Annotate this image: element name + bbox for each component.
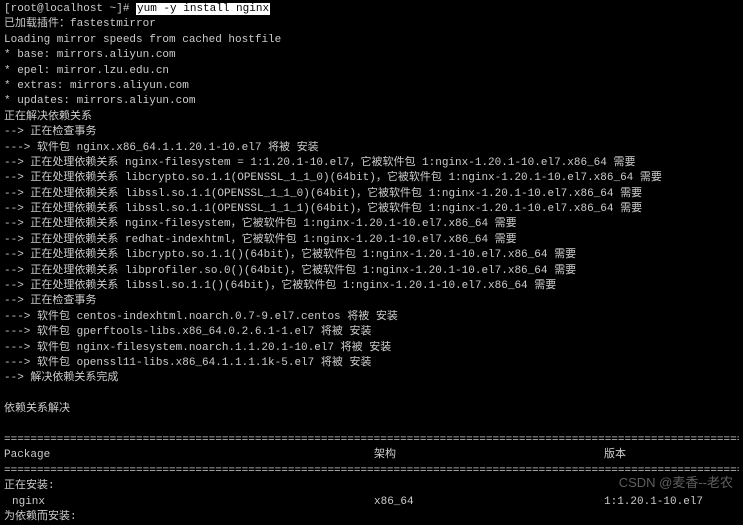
terminal-line: * updates: mirrors.aliyun.com (4, 94, 739, 109)
terminal-line: --> 正在处理依赖关系 libssl.so.1.1(OPENSSL_1_1_1… (4, 202, 739, 217)
shell-prompt: [root@localhost ~]# (4, 3, 136, 15)
terminal-line: 正在解决依赖关系 (4, 110, 739, 125)
terminal-prompt-line: [root@localhost ~]# yum -y install nginx (4, 2, 739, 17)
blank-line (4, 418, 739, 433)
terminal-line: Loading mirror speeds from cached hostfi… (4, 33, 739, 48)
col-header-arch: 架构 (374, 448, 604, 463)
terminal-line: --> 正在处理依赖关系 nginx-filesystem = 1:1.20.1… (4, 156, 739, 171)
terminal-line: 已加载插件：fastestmirror (4, 17, 739, 32)
terminal-line: --> 正在检查事务 (4, 125, 739, 140)
package-row: nginx x86_64 1:1.20.1-10.el7 (4, 495, 739, 510)
terminal-line: --> 正在处理依赖关系 libssl.so.1.1()(64bit)，它被软件… (4, 279, 739, 294)
terminal-line: ---> 软件包 nginx-filesystem.noarch.1.1.20.… (4, 341, 739, 356)
pkg-arch: x86_64 (374, 495, 604, 510)
terminal-line: --> 正在处理依赖关系 libcrypto.so.1.1()(64bit)，它… (4, 248, 739, 263)
terminal-line: * epel: mirror.lzu.edu.cn (4, 64, 739, 79)
terminal-line: --> 正在检查事务 (4, 294, 739, 309)
table-divider-top: ========================================… (4, 433, 739, 448)
command-input[interactable]: yum -y install nginx (136, 3, 270, 15)
terminal-line: --> 正在处理依赖关系 nginx-filesystem，它被软件包 1:ng… (4, 217, 739, 232)
terminal-line: ---> 软件包 gperftools-libs.x86_64.0.2.6.1-… (4, 325, 739, 340)
col-header-package: Package (4, 448, 374, 463)
pkg-name: nginx (4, 495, 374, 510)
terminal-line: ---> 软件包 openssl11-libs.x86_64.1.1.1.1k-… (4, 356, 739, 371)
terminal-line: --> 正在处理依赖关系 libssl.so.1.1(OPENSSL_1_1_0… (4, 187, 739, 202)
col-header-version: 版本 (604, 448, 739, 463)
terminal-line: --> 正在处理依赖关系 libcrypto.so.1.1(OPENSSL_1_… (4, 171, 739, 186)
terminal-line: --> 解决依赖关系完成 (4, 371, 739, 386)
terminal-line: --> 正在处理依赖关系 redhat-indexhtml，它被软件包 1:ng… (4, 233, 739, 248)
terminal-line: * base: mirrors.aliyun.com (4, 48, 739, 63)
blank-line (4, 387, 739, 402)
deps-install-section-label: 为依赖而安装: (4, 510, 739, 525)
terminal-line: * extras: mirrors.aliyun.com (4, 79, 739, 94)
pkg-version: 1:1.20.1-10.el7 (604, 495, 739, 510)
terminal-line: ---> 软件包 centos-indexhtml.noarch.0.7-9.e… (4, 310, 739, 325)
deps-resolved-line: 依赖关系解决 (4, 402, 739, 417)
terminal-line: --> 正在处理依赖关系 libprofiler.so.0()(64bit)，它… (4, 264, 739, 279)
terminal-line: ---> 软件包 nginx.x86_64.1.1.20.1-10.el7 将被… (4, 141, 739, 156)
watermark-text: CSDN @麦香--老农 (619, 474, 733, 492)
terminal-output: 已加载插件：fastestmirrorLoading mirror speeds… (4, 17, 739, 386)
table-header-row: Package 架构 版本 (4, 448, 739, 463)
